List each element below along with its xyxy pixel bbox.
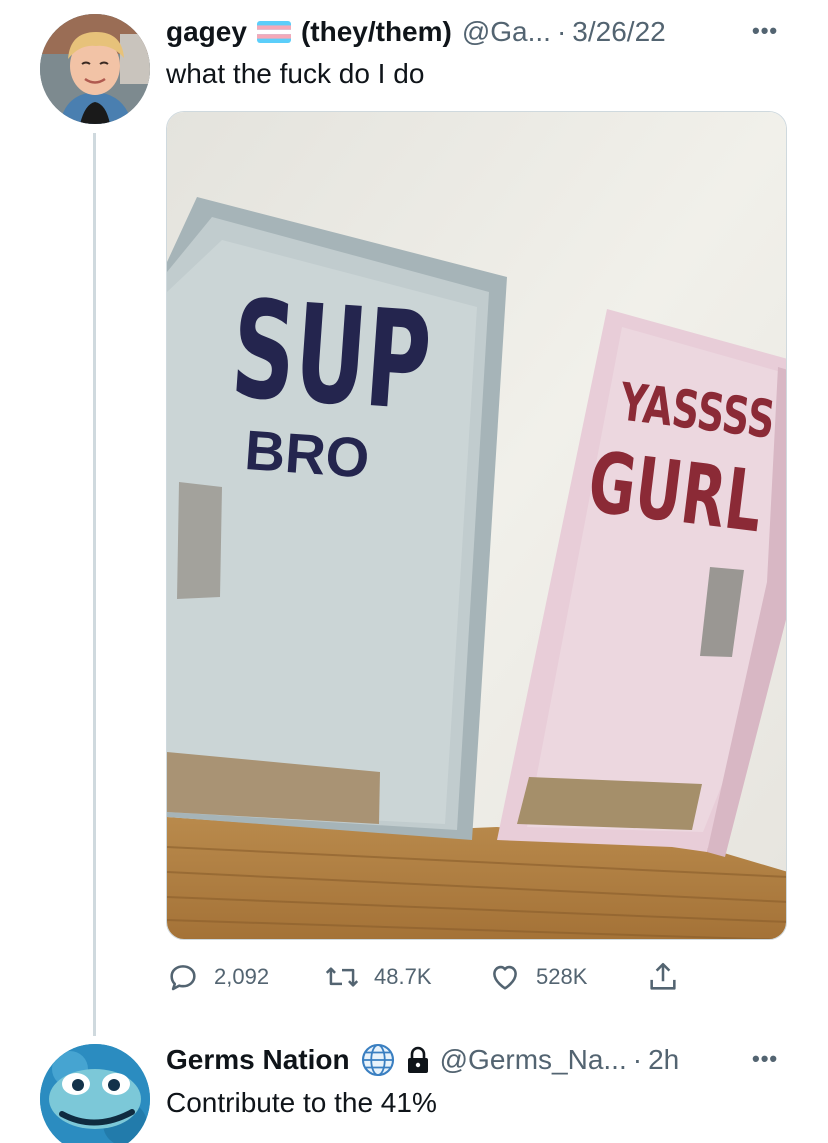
more-options-icon[interactable]: ••• [752, 18, 778, 44]
left-door-bottom-text: BRO [243, 418, 372, 490]
tweet-header: gagey (they/them) @Ga... · 3/26/22 [166, 12, 666, 52]
reply-author-handle[interactable]: @Germs_Na... [440, 1044, 627, 1076]
like-count: 528K [536, 964, 588, 989]
lock-icon [406, 1046, 430, 1074]
share-icon [650, 962, 676, 990]
tweet-photo[interactable]: SUP BRO YASSSS GURL [166, 111, 787, 940]
retweet-icon [325, 967, 359, 987]
reply-author-avatar[interactable] [40, 1044, 150, 1143]
author-avatar[interactable] [40, 14, 150, 124]
retweet-count: 48.7K [374, 964, 432, 989]
reply-author-name[interactable]: Germs Nation [166, 1044, 350, 1076]
heart-icon [493, 965, 517, 990]
like-button[interactable]: 528K [488, 957, 587, 997]
transgender-flag-icon [256, 21, 291, 43]
avatar-portrait-image [40, 14, 150, 124]
tweet-text: what the fuck do I do [166, 58, 425, 89]
thread-connector-line [93, 133, 96, 1036]
left-door-top-text: SUP [227, 270, 436, 441]
share-button[interactable] [646, 957, 694, 997]
retweet-button[interactable]: 48.7K [324, 957, 432, 997]
tweet-date[interactable]: 3/26/22 [572, 16, 665, 48]
globe-icon [360, 1042, 396, 1078]
reply-count: 2,092 [214, 964, 270, 989]
author-name[interactable]: gagey [166, 16, 247, 48]
bathroom-doors-photo: SUP BRO YASSSS GURL [167, 112, 786, 939]
reply-header-separator: · [632, 1044, 643, 1075]
reply-button[interactable]: 2,092 [166, 957, 269, 997]
header-separator: · [556, 16, 567, 47]
author-handle[interactable]: @Ga... [462, 16, 551, 48]
right-door-bottom-text: GURL [583, 432, 767, 551]
tweet-actions-bar: 2,092 48.7K 528K [166, 957, 686, 997]
author-pronouns: (they/them) [300, 16, 452, 47]
reply-icon [170, 965, 196, 991]
reply-text: Contribute to the 41% [166, 1087, 437, 1118]
reply-more-options-icon[interactable]: ••• [752, 1046, 778, 1072]
avatar-frog-image [40, 1044, 150, 1143]
reply-time[interactable]: 2h [648, 1044, 679, 1076]
reply-header: Germs Nation @Germs_Na... · 2h [166, 1040, 679, 1080]
